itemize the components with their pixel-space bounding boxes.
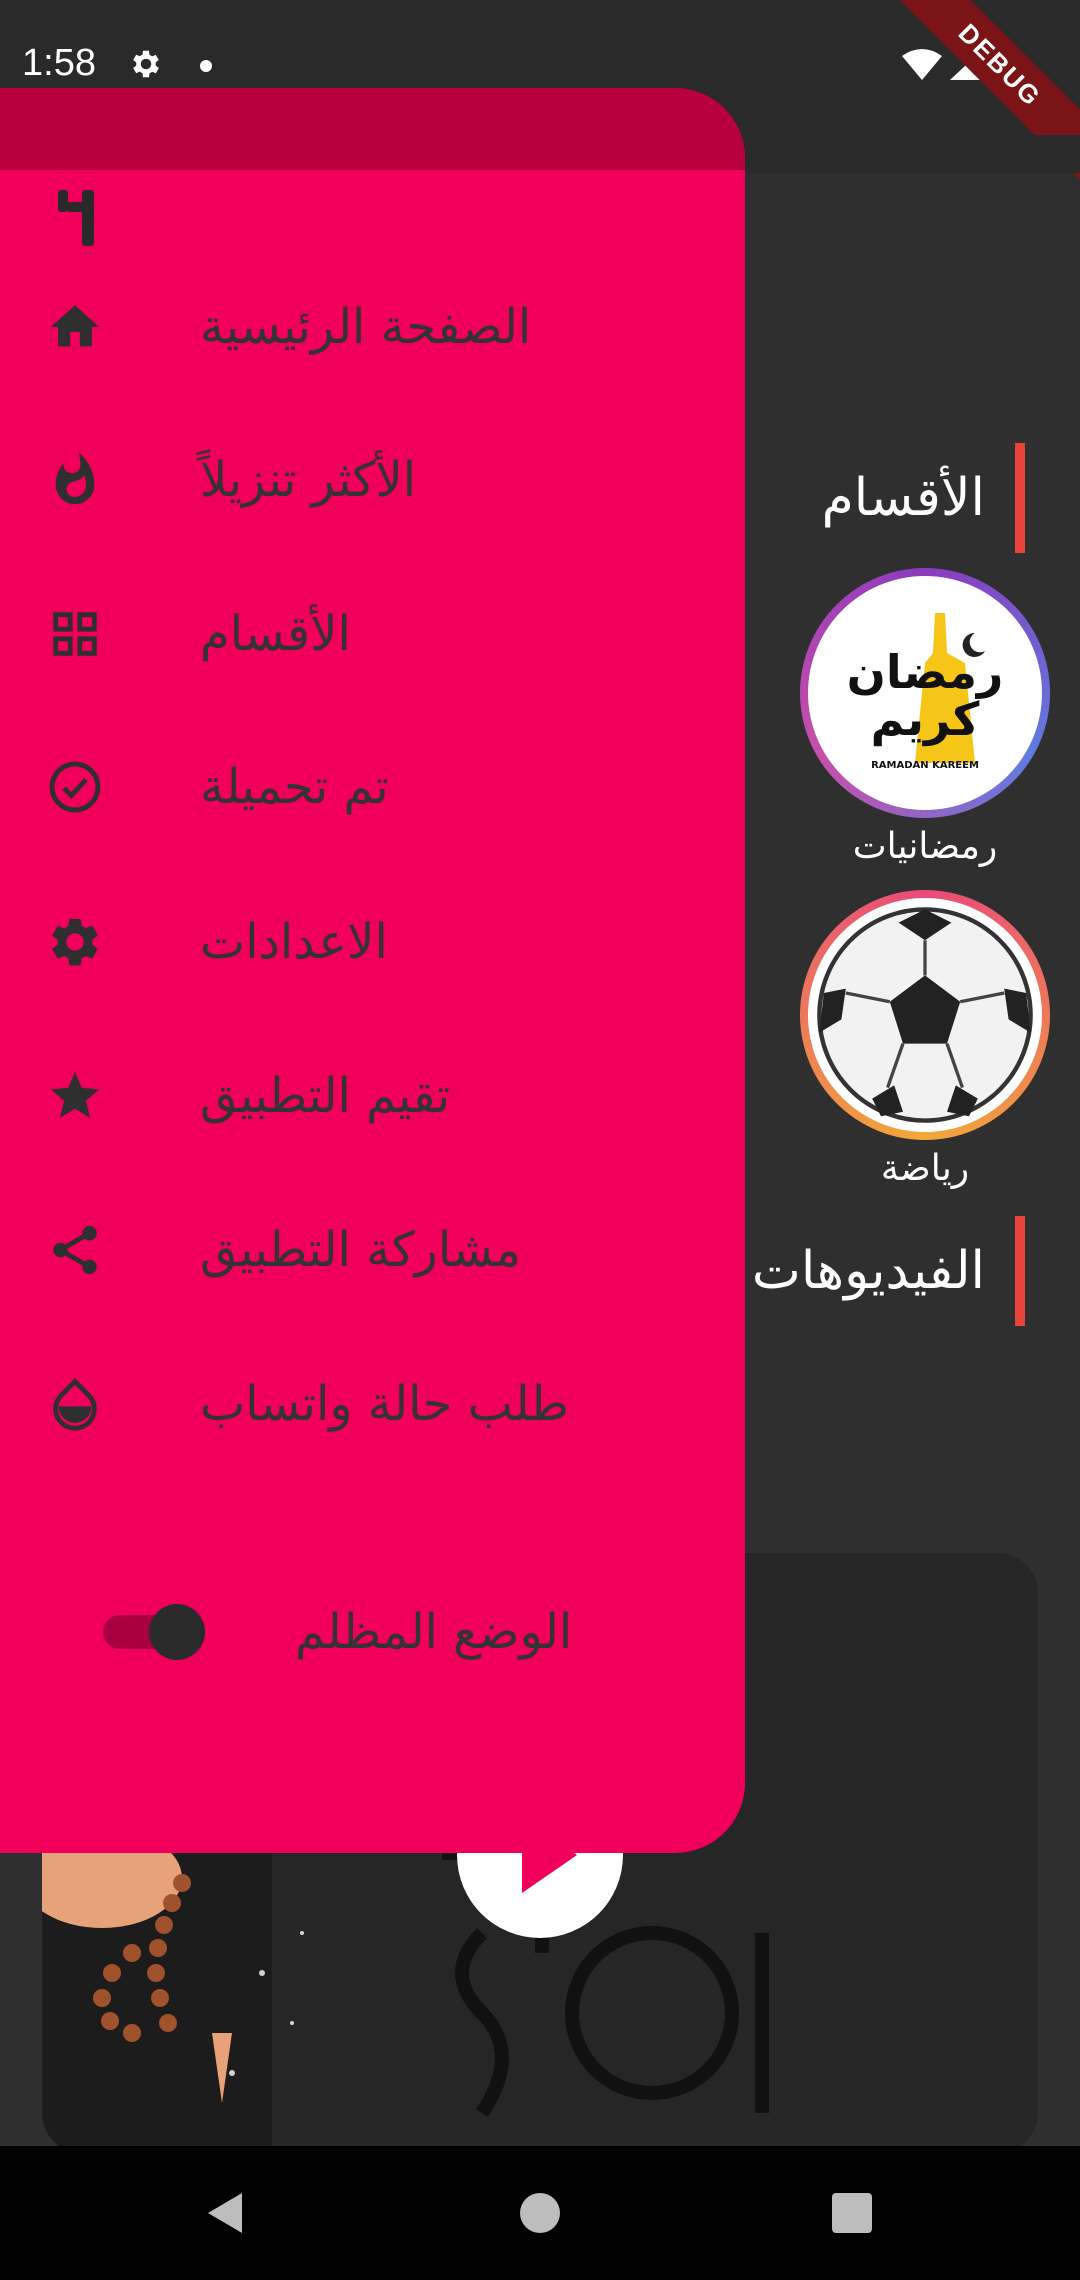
back-icon[interactable] bbox=[200, 2187, 252, 2239]
lantern-icon: رمضان كريم RAMADAN KAREEM bbox=[847, 613, 1004, 771]
category-ramadan-ring: رمضان كريم RAMADAN KAREEM bbox=[800, 568, 1050, 818]
status-time: 1:58 bbox=[22, 42, 96, 84]
videos-header: الفيديوهات bbox=[752, 1216, 1025, 1326]
drawer-item-whatsapp-request[interactable]: طلب حالة واتساب bbox=[0, 1354, 745, 1454]
fire-icon bbox=[55, 452, 95, 505]
star-icon bbox=[50, 1071, 100, 1118]
drawer-item-settings[interactable]: الاعدادات bbox=[0, 892, 745, 992]
check-circle-icon bbox=[49, 761, 101, 813]
badge-text-line2: كريم bbox=[871, 692, 980, 746]
grid-icon bbox=[53, 612, 97, 656]
ramadan-kareem-logo: رمضان كريم RAMADAN KAREEM bbox=[808, 576, 1042, 810]
drawer-item-rate-app[interactable]: تقيم التطبيق bbox=[0, 1046, 745, 1146]
dark-mode-toggle[interactable] bbox=[103, 1597, 205, 1660]
drawer-item-label: الاعدادات bbox=[200, 914, 388, 970]
drawer-item-label: تقيم التطبيق bbox=[200, 1068, 451, 1124]
drawer-item-home[interactable]: الصفحة الرئيسية bbox=[0, 277, 745, 377]
drawer-item-label: الأقسام bbox=[200, 606, 351, 662]
gear-icon bbox=[52, 919, 98, 966]
category-sport-ring bbox=[800, 890, 1050, 1140]
drawer-item-label: الصفحة الرئيسية bbox=[200, 299, 532, 355]
dark-mode-label: الوضع المظلم bbox=[295, 1604, 573, 1660]
drawer-item-label: طلب حالة واتساب bbox=[200, 1376, 569, 1432]
category-ramadan[interactable]: رمضان كريم RAMADAN KAREEM رمضانيات bbox=[800, 568, 1050, 867]
badge-text-line1: رمضان bbox=[847, 645, 1004, 699]
section-accent-bar bbox=[1015, 1216, 1025, 1326]
category-ramadan-label: رمضانيات bbox=[852, 826, 998, 867]
home-nav-icon[interactable] bbox=[514, 2187, 566, 2239]
badge-sub-text: RAMADAN KAREEM bbox=[871, 760, 979, 771]
drawer-item-most-downloaded[interactable]: الأكثر تنزيلاً bbox=[0, 430, 745, 530]
drawer-item-downloaded[interactable]: تم تحميلة bbox=[0, 737, 745, 837]
drop-icon bbox=[53, 1378, 97, 1431]
drawer-item-label: مشاركة التطبيق bbox=[200, 1222, 521, 1278]
toggle-thumb bbox=[149, 1604, 205, 1660]
settings-status-icon bbox=[133, 50, 159, 78]
drawer-item-share-app[interactable]: مشاركة التطبيق bbox=[0, 1200, 745, 1300]
drawer-header bbox=[0, 88, 745, 170]
app-logo-icon bbox=[58, 190, 94, 246]
share-icon bbox=[53, 1225, 97, 1275]
drawer-item-sections[interactable]: الأقسام bbox=[0, 584, 745, 684]
notification-dot-icon bbox=[200, 60, 212, 72]
system-nav-bar bbox=[0, 2146, 1080, 2280]
navigation-drawer: الصفحة الرئيسية الأكثر تنزيلاً الأقسام ت… bbox=[0, 88, 745, 1853]
soccer-ball-icon bbox=[808, 898, 1042, 1132]
videos-title: الفيديوهات bbox=[751, 1241, 985, 1301]
sections-header: الأقسام bbox=[822, 443, 1025, 553]
drawer-item-label: تم تحميلة bbox=[200, 759, 389, 815]
drawer-item-label: الأكثر تنزيلاً bbox=[200, 452, 417, 508]
section-accent-bar bbox=[1015, 443, 1025, 553]
recents-icon[interactable] bbox=[826, 2187, 878, 2239]
sections-title: الأقسام bbox=[821, 468, 985, 528]
category-sport[interactable]: رياضة bbox=[800, 890, 1050, 1189]
home-icon bbox=[50, 305, 100, 347]
category-sport-label: رياضة bbox=[880, 1148, 970, 1189]
